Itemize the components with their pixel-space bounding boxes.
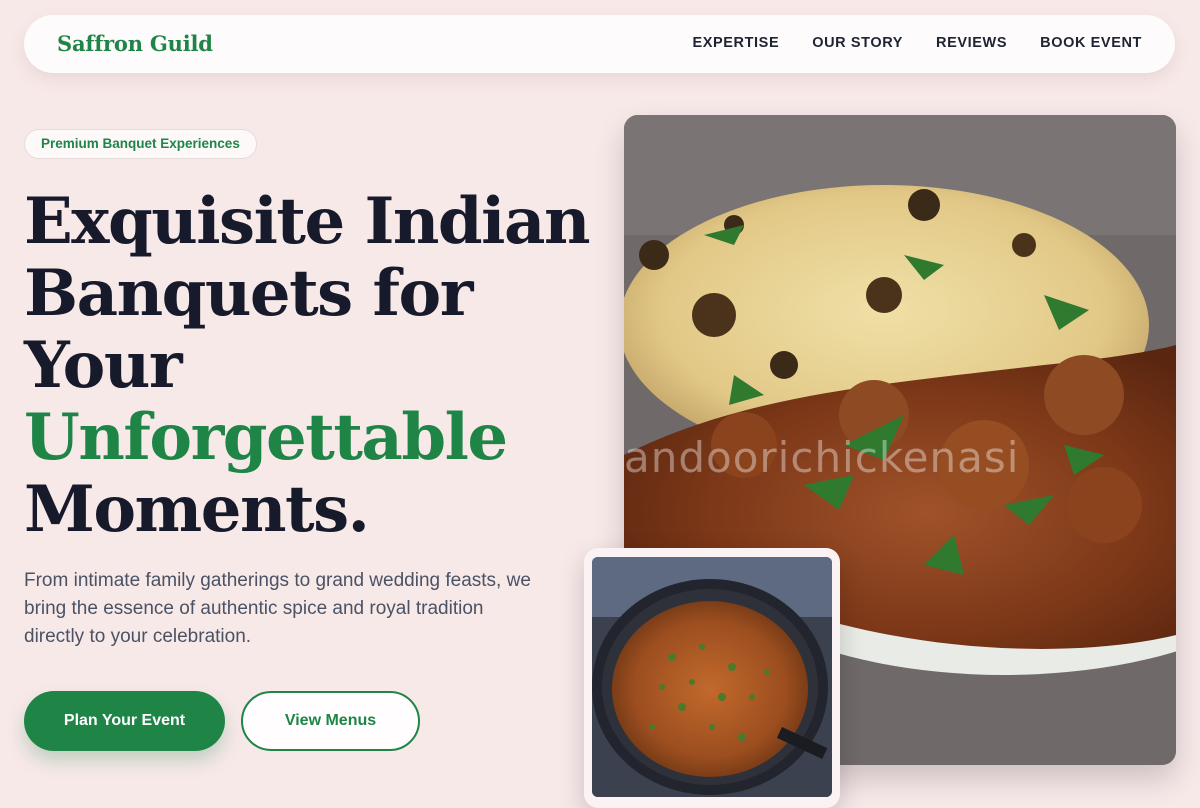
nav-item-book-event[interactable]: BOOK EVENT <box>1040 35 1142 51</box>
curry-pot-image <box>592 557 832 797</box>
view-menus-button[interactable]: View Menus <box>241 691 420 751</box>
brand-logo[interactable]: Saffron Guild <box>57 31 213 56</box>
top-navbar: Saffron Guild EXPERTISE OUR STORY REVIEW… <box>24 15 1175 73</box>
hero-description: From intimate family gatherings to grand… <box>24 570 531 647</box>
curry-pot-illustration <box>592 557 832 797</box>
hero-headline: Exquisite Indian Banquets for Your Unfor… <box>24 186 604 546</box>
headline-line-3: Your <box>24 328 183 403</box>
nav-item-reviews[interactable]: REVIEWS <box>936 35 1007 51</box>
nav-links: EXPERTISE OUR STORY REVIEWS BOOK EVENT <box>692 35 1142 51</box>
hero-badge: Premium Banquet Experiences <box>24 129 257 159</box>
plan-event-button[interactable]: Plan Your Event <box>24 691 225 751</box>
headline-line-5: Moments. <box>24 472 370 547</box>
headline-line-1: Exquisite Indian <box>24 184 590 259</box>
nav-item-our-story[interactable]: OUR STORY <box>812 35 903 51</box>
headline-line-2: Banquets for <box>24 256 473 331</box>
nav-item-expertise[interactable]: EXPERTISE <box>692 35 779 51</box>
image-watermark: andoorichickenasi <box>624 433 1020 482</box>
headline-accent-word: Unforgettable <box>24 400 508 475</box>
inset-image-card <box>584 548 840 808</box>
